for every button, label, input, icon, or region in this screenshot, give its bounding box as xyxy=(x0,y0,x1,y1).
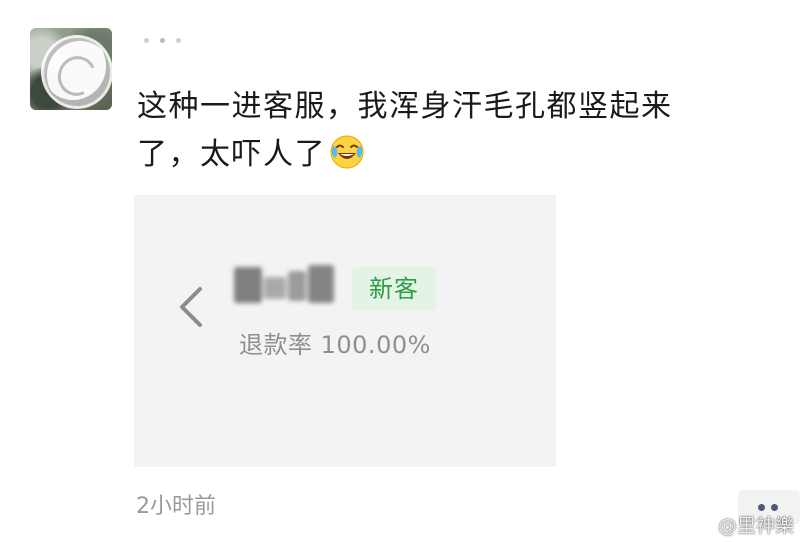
post-text: 这种一进客服，我浑身汗毛孔都竖起来 了，太吓人了 xyxy=(137,83,757,179)
new-customer-badge: 新客 xyxy=(352,267,436,311)
weibo-icon xyxy=(689,513,715,535)
moments-post: 这种一进客服，我浑身汗毛孔都竖起来 了，太吓人了 新客 退款率 100.00% … xyxy=(0,0,800,542)
post-timestamp: 2小时前 xyxy=(136,494,216,519)
post-text-line-2: 了，太吓人了 xyxy=(137,131,757,179)
chevron-left-icon xyxy=(172,285,212,329)
avatar[interactable] xyxy=(30,28,112,110)
redacted-username[interactable] xyxy=(138,34,188,48)
laughing-crying-emoji-icon xyxy=(329,134,365,170)
redacted-store-name xyxy=(232,261,342,307)
post-text-line-2-text: 了，太吓人了 xyxy=(137,137,326,172)
post-text-line-1: 这种一进客服，我浑身汗毛孔都竖起来 xyxy=(137,89,673,124)
embedded-screenshot[interactable]: 新客 退款率 100.00% xyxy=(134,195,556,467)
watermark: @里神樂 xyxy=(689,510,794,538)
redaction-scribble xyxy=(44,38,110,106)
refund-rate: 退款率 100.00% xyxy=(239,331,431,359)
watermark-text: @里神樂 xyxy=(717,514,794,537)
